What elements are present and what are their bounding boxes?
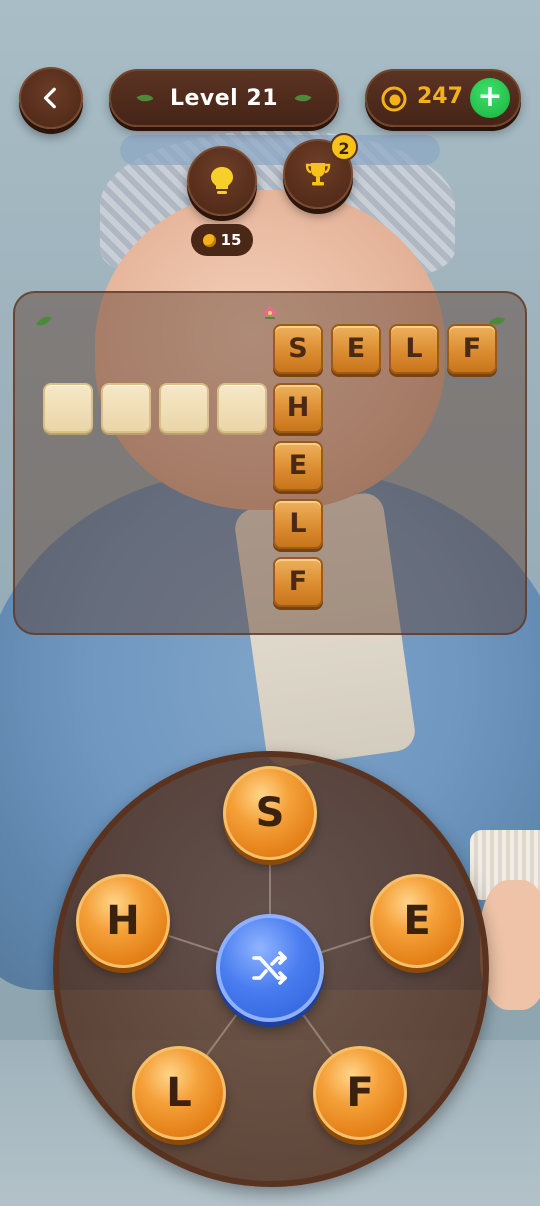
hint-cost-value: 15 bbox=[220, 231, 242, 249]
add-coins-button[interactable]: + bbox=[470, 78, 510, 118]
empty-grid-tile bbox=[159, 383, 209, 433]
coin-balance: 247 + bbox=[365, 69, 521, 127]
letter-button[interactable]: L bbox=[132, 1046, 226, 1140]
letter-button[interactable]: F bbox=[313, 1046, 407, 1140]
grid-tile: S bbox=[273, 324, 323, 374]
lightbulb-icon bbox=[211, 167, 233, 194]
flower-icon bbox=[263, 306, 277, 319]
letter-button[interactable]: E bbox=[370, 874, 464, 968]
coin-icon bbox=[202, 233, 216, 247]
trophy-icon bbox=[305, 163, 331, 186]
shuffle-button[interactable] bbox=[216, 914, 324, 1022]
coin-count: 247 bbox=[417, 84, 463, 109]
level-label: Level 21 bbox=[169, 85, 279, 111]
grid-tile: L bbox=[273, 499, 323, 549]
grid-tile: E bbox=[273, 441, 323, 491]
shuffle-icon bbox=[252, 951, 287, 985]
hint-button[interactable] bbox=[187, 146, 257, 216]
leaf-icon bbox=[294, 90, 312, 106]
grid-tile: L bbox=[389, 324, 439, 374]
leaf-icon bbox=[136, 90, 154, 106]
empty-grid-tile bbox=[217, 383, 267, 433]
hint-cost: 15 bbox=[191, 224, 253, 256]
back-button[interactable] bbox=[19, 67, 83, 129]
chevron-left-icon bbox=[43, 87, 56, 109]
grid-tile: E bbox=[331, 324, 381, 374]
level-indicator: Level 21 bbox=[109, 69, 339, 127]
grid-tile: F bbox=[447, 324, 497, 374]
coin-icon bbox=[381, 86, 407, 112]
grid-tile: F bbox=[273, 557, 323, 607]
empty-grid-tile bbox=[43, 383, 93, 433]
letter-button[interactable]: H bbox=[76, 874, 170, 968]
grid-tile: H bbox=[273, 383, 323, 433]
empty-grid-tile bbox=[101, 383, 151, 433]
trophy-badge: 2 bbox=[330, 133, 358, 161]
letter-button[interactable]: S bbox=[223, 766, 317, 860]
